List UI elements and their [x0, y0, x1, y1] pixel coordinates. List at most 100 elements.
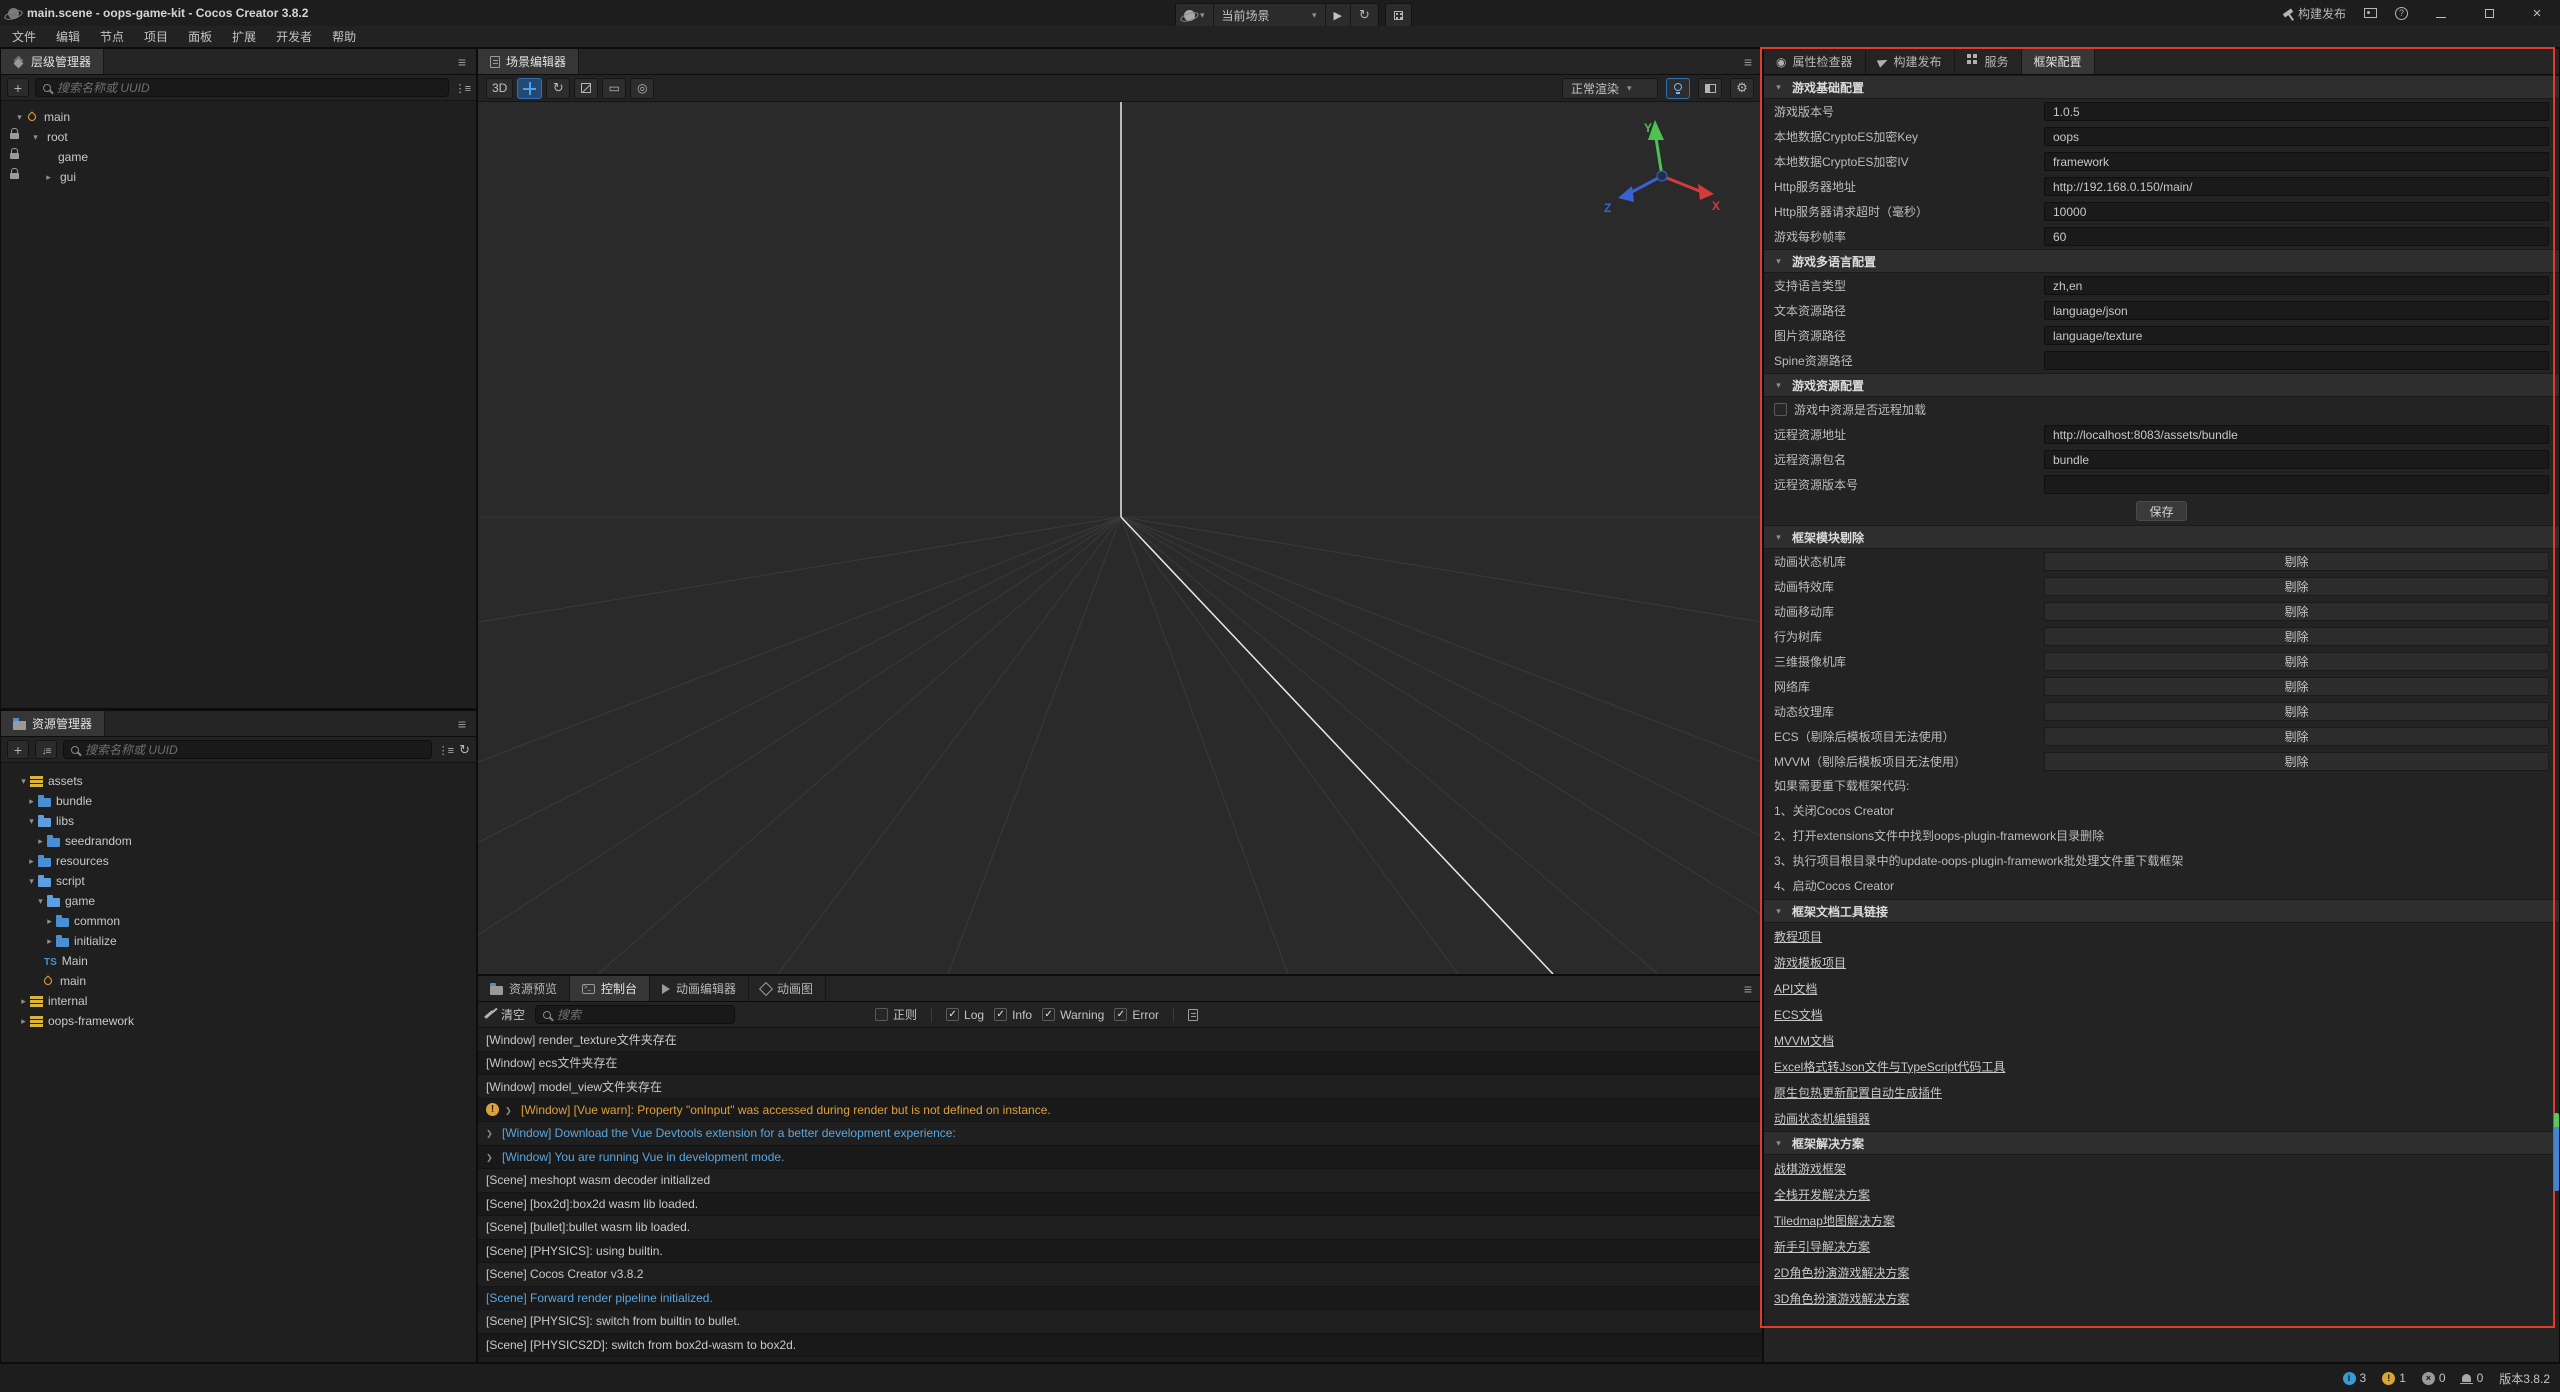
clear-console-button[interactable]: 清空 [484, 1006, 525, 1023]
remove-behavior-tree-button[interactable]: 剔除 [2044, 627, 2549, 646]
remove-effect-button[interactable]: 剔除 [2044, 577, 2549, 596]
link-hotupdate-plugin[interactable]: 原生包热更新配置自动生成插件 [1774, 1084, 1942, 1101]
filter-warning-checkbox[interactable]: Warning [1042, 1008, 1104, 1022]
view-split-button[interactable] [1698, 78, 1722, 99]
panel-menu-icon[interactable] [458, 716, 466, 732]
move-tool-button[interactable] [517, 78, 542, 99]
log-row-info[interactable]: [Window] Download the Vue Devtools exten… [478, 1122, 1762, 1146]
tab-framework-config[interactable]: 框架配置 [2022, 49, 2095, 74]
log-row[interactable]: [Window] render_texture文件夹存在 [478, 1028, 1762, 1052]
fps-input[interactable] [2044, 227, 2549, 246]
crypto-key-input[interactable] [2044, 127, 2549, 146]
filter-icon[interactable] [455, 81, 470, 95]
link-war-chess[interactable]: 战棋游戏框架 [1774, 1160, 1846, 1177]
log-row[interactable]: [Window] ecs文件夹存在 [478, 1052, 1762, 1076]
play-button[interactable] [1326, 4, 1351, 26]
open-log-file-icon[interactable] [1188, 1009, 1198, 1021]
remove-move-button[interactable]: 剔除 [2044, 602, 2549, 621]
save-button[interactable]: 保存 [2136, 501, 2186, 521]
link-fullstack[interactable]: 全栈开发解决方案 [1774, 1186, 1870, 1203]
asset-node-resources[interactable]: resources [1, 851, 476, 871]
build-publish-button[interactable]: 构建发布 [2283, 5, 2346, 22]
tree-node-game[interactable]: game [1, 147, 476, 167]
menu-edit[interactable]: 编辑 [46, 26, 90, 48]
chevron-down-icon[interactable] [34, 896, 47, 907]
chevron-down-icon[interactable] [29, 132, 42, 143]
reload-button[interactable] [1351, 4, 1378, 26]
remote-url-input[interactable] [2044, 425, 2549, 444]
tab-assets[interactable]: 资源管理器 [1, 711, 105, 736]
warning-count-badge[interactable]: !1 [2382, 1371, 2406, 1385]
link-2d-rpg[interactable]: 2D角色扮演游戏解决方案 [1774, 1264, 1909, 1281]
device-preview-button[interactable] [1386, 4, 1411, 26]
tree-node-main[interactable]: main [1, 107, 476, 127]
section-resources[interactable]: 游戏资源配置 [1764, 373, 2559, 397]
tree-node-gui[interactable]: gui [1, 167, 476, 187]
crypto-iv-input[interactable] [2044, 152, 2549, 171]
expand-icon[interactable] [486, 1128, 496, 1138]
link-template-project[interactable]: 游戏模板项目 [1774, 954, 1846, 971]
remove-network-button[interactable]: 剔除 [2044, 677, 2549, 696]
refresh-icon[interactable] [459, 742, 470, 758]
panel-menu-icon[interactable] [1744, 54, 1752, 70]
minimize-button[interactable] [2426, 6, 2456, 21]
link-mvvm-docs[interactable]: MVVM文档 [1774, 1032, 1834, 1049]
menu-help[interactable]: 帮助 [322, 26, 366, 48]
filter-log-checkbox[interactable]: Log [946, 1008, 984, 1022]
link-3d-rpg[interactable]: 3D角色扮演游戏解决方案 [1774, 1290, 1909, 1307]
view-gizmo[interactable]: Y X Z [1602, 118, 1722, 222]
regex-checkbox[interactable]: 正则 [875, 1006, 917, 1023]
text-path-input[interactable] [2044, 301, 2549, 320]
log-row[interactable]: [Scene] [box2d]:box2d wasm lib loaded. [478, 1193, 1762, 1217]
chevron-right-icon[interactable] [17, 1016, 30, 1027]
chevron-right-icon[interactable] [25, 856, 38, 867]
link-tutorial-project[interactable]: 教程项目 [1774, 928, 1822, 945]
screenshot-icon[interactable] [2364, 8, 2377, 18]
chevron-down-icon[interactable] [17, 776, 30, 787]
menu-panel[interactable]: 面板 [178, 26, 222, 48]
lock-icon[interactable] [10, 153, 19, 159]
http-timeout-input[interactable] [2044, 202, 2549, 221]
http-server-input[interactable] [2044, 177, 2549, 196]
texture-path-input[interactable] [2044, 326, 2549, 345]
lock-icon[interactable] [10, 133, 19, 139]
remove-animator-button[interactable]: 剔除 [2044, 552, 2549, 571]
section-i18n[interactable]: 游戏多语言配置 [1764, 249, 2559, 273]
lock-icon[interactable] [10, 173, 19, 179]
close-button[interactable] [2522, 5, 2552, 22]
chevron-right-icon[interactable] [17, 996, 30, 1007]
menu-developer[interactable]: 开发者 [266, 26, 322, 48]
chevron-right-icon[interactable] [25, 796, 38, 807]
menu-project[interactable]: 项目 [134, 26, 178, 48]
rect-tool-button[interactable] [602, 78, 626, 99]
tab-scene-editor[interactable]: 场景编辑器 [478, 49, 579, 74]
scene-select-dropdown[interactable]: 当前场景▾ [1214, 4, 1326, 26]
link-excel-tool[interactable]: Excel格式转Json文件与TypeScript代码工具 [1774, 1058, 2005, 1075]
gizmo-pivot-button[interactable] [630, 78, 654, 99]
error-count-badge[interactable]: ×0 [2422, 1371, 2446, 1385]
asset-node-initialize[interactable]: initialize [1, 931, 476, 951]
tab-hierarchy[interactable]: 层级管理器 [1, 49, 104, 74]
panel-menu-icon[interactable] [458, 54, 466, 70]
link-api-docs[interactable]: API文档 [1774, 980, 1817, 997]
filter-error-checkbox[interactable]: Error [1114, 1008, 1159, 1022]
expand-icon[interactable] [486, 1152, 496, 1162]
remote-bundle-input[interactable] [2044, 450, 2549, 469]
log-row[interactable]: [Scene] [PHYSICS2D]: switch from box2d-w… [478, 1334, 1762, 1358]
checkbox-icon[interactable] [1774, 403, 1787, 416]
menu-node[interactable]: 节点 [90, 26, 134, 48]
link-guide[interactable]: 新手引导解决方案 [1774, 1238, 1870, 1255]
notification-badge[interactable]: 0 [2462, 1371, 2484, 1385]
rotate-tool-button[interactable] [546, 78, 570, 99]
chevron-right-icon[interactable] [43, 936, 56, 947]
log-row-info[interactable]: [Scene] Forward render pipeline initiali… [478, 1287, 1762, 1311]
lighting-toggle-button[interactable] [1666, 78, 1690, 99]
remove-ecs-button[interactable]: 剔除 [2044, 727, 2549, 746]
asset-node-game[interactable]: game [1, 891, 476, 911]
tree-node-root[interactable]: root [1, 127, 476, 147]
remote-version-input[interactable] [2044, 475, 2549, 494]
log-row[interactable]: [Scene] [bullet]:bullet wasm lib loaded. [478, 1216, 1762, 1240]
log-row[interactable]: [Scene] meshopt wasm decoder initialized [478, 1169, 1762, 1193]
log-row[interactable]: [Scene] [PHYSICS]: switch from builtin t… [478, 1310, 1762, 1334]
sort-assets-button[interactable] [35, 740, 57, 759]
